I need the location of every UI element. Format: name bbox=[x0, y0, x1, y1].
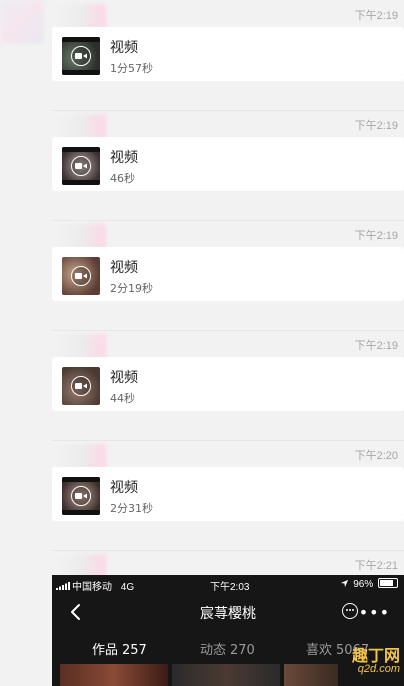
list-item: 下午2:19 视频 44秒 bbox=[0, 330, 404, 440]
video-duration: 2分19秒 bbox=[110, 282, 153, 295]
site-watermark: 趣丁网 q2d.com bbox=[336, 636, 400, 682]
battery-icon bbox=[378, 578, 398, 588]
post-thumbnail[interactable] bbox=[172, 664, 280, 686]
list-item: 下午2:19 视频 2分19秒 bbox=[0, 220, 404, 330]
chat-stream: 下午2:19 视频 1分57秒 下午2:19 视频 46秒 下午2:19 视频 … bbox=[0, 0, 404, 582]
profile-header: 宸荨樱桃 ••• bbox=[52, 597, 404, 627]
chat-bubble-icon[interactable] bbox=[342, 603, 358, 619]
post-thumbnail[interactable] bbox=[284, 664, 338, 686]
status-time: 下午2:03 bbox=[210, 582, 250, 593]
battery-percent: 96% bbox=[353, 579, 374, 590]
video-duration: 2分31秒 bbox=[110, 502, 153, 515]
video-thumbnail[interactable] bbox=[62, 257, 100, 295]
play-icon bbox=[71, 376, 91, 396]
video-message-card[interactable]: 视频 2分19秒 bbox=[52, 247, 404, 301]
message-timestamp: 下午2:20 bbox=[354, 450, 398, 462]
video-title: 视频 bbox=[110, 260, 138, 276]
divider bbox=[52, 330, 404, 331]
video-message-card[interactable]: 视频 46秒 bbox=[52, 137, 404, 191]
video-duration: 46秒 bbox=[110, 172, 135, 185]
list-item: 下午2:20 视频 2分31秒 bbox=[0, 440, 404, 550]
tab-label: 作品 bbox=[92, 643, 119, 658]
video-duration: 1分57秒 bbox=[110, 62, 153, 75]
tab-count: 257 bbox=[122, 643, 147, 658]
tab-label: 喜欢 bbox=[306, 643, 333, 658]
tab-moments[interactable]: 动态 270 bbox=[200, 639, 255, 658]
network-type: 4G bbox=[120, 582, 135, 593]
list-item: 下午2:19 视频 1分57秒 bbox=[0, 0, 404, 110]
video-thumbnail[interactable] bbox=[62, 37, 100, 75]
play-icon bbox=[71, 266, 91, 286]
list-item: 下午2:21 bbox=[0, 550, 404, 582]
video-title: 视频 bbox=[110, 370, 138, 386]
tab-count: 270 bbox=[230, 643, 255, 658]
video-message-card[interactable]: 视频 44秒 bbox=[52, 357, 404, 411]
message-timestamp: 下午2:19 bbox=[354, 10, 398, 22]
message-timestamp: 下午2:19 bbox=[354, 230, 398, 242]
tab-label: 动态 bbox=[200, 643, 227, 658]
play-icon bbox=[71, 46, 91, 66]
video-duration: 44秒 bbox=[110, 392, 135, 405]
video-thumbnail[interactable] bbox=[62, 477, 100, 515]
video-message-card[interactable]: 视频 1分57秒 bbox=[52, 27, 404, 81]
video-thumbnail[interactable] bbox=[62, 147, 100, 185]
message-timestamp: 下午2:19 bbox=[354, 340, 398, 352]
status-bar: 中国移动 4G 下午2:03 96% bbox=[52, 575, 404, 593]
signal-icon bbox=[56, 582, 70, 590]
divider bbox=[52, 440, 404, 441]
play-icon bbox=[71, 486, 91, 506]
video-title: 视频 bbox=[110, 150, 138, 166]
video-message-card[interactable]: 视频 2分31秒 bbox=[52, 467, 404, 521]
more-icon[interactable]: ••• bbox=[359, 603, 390, 622]
video-title: 视频 bbox=[110, 480, 138, 496]
divider bbox=[52, 110, 404, 111]
post-thumbnail[interactable] bbox=[60, 664, 168, 686]
message-timestamp: 下午2:19 bbox=[354, 120, 398, 132]
tab-works[interactable]: 作品 257 bbox=[92, 639, 147, 658]
divider bbox=[52, 220, 404, 221]
watermark-url: q2d.com bbox=[357, 663, 400, 675]
list-item: 下午2:19 视频 46秒 bbox=[0, 110, 404, 220]
play-icon bbox=[71, 156, 91, 176]
carrier-name: 中国移动 bbox=[72, 582, 112, 593]
message-timestamp: 下午2:21 bbox=[354, 560, 398, 572]
video-title: 视频 bbox=[110, 40, 138, 56]
location-arrow-icon bbox=[341, 579, 349, 588]
video-thumbnail[interactable] bbox=[62, 367, 100, 405]
divider bbox=[52, 550, 404, 551]
